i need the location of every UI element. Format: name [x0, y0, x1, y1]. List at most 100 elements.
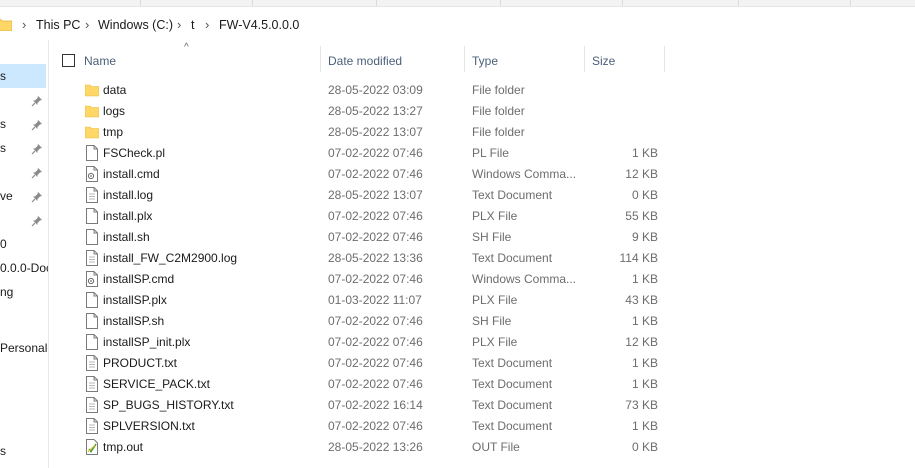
sidebar-item-label[interactable]: 0 [0, 237, 7, 251]
file-row[interactable]: installSP.cmd 07-02-2022 07:46 Windows Com… [52, 268, 692, 289]
file-list: data 28-05-2022 03:09 File folder logs 28-05… [52, 79, 692, 457]
breadcrumb-windows-c[interactable]: Windows (C:) [98, 18, 173, 32]
address-bar[interactable]: › This PC › Windows (C:) › t › FW-V4.5.0… [0, 8, 915, 40]
breadcrumb-separator[interactable]: › [177, 17, 181, 32]
file-date-modified: 07-02-2022 07:46 [328, 377, 423, 391]
column-header-row: ^ Name Date modified Type Size [52, 42, 665, 76]
file-name[interactable]: install.sh [103, 230, 150, 244]
file-row[interactable]: installSP.sh 07-02-2022 07:46 SH File 1 KB [52, 310, 692, 331]
file-row[interactable]: install_FW_C2M2900.log 28-05-2022 13:36 Te… [52, 247, 692, 268]
breadcrumb-current-folder[interactable]: FW-V4.5.0.0.0 [219, 18, 299, 32]
file-row[interactable]: install.sh 07-02-2022 07:46 SH File 9 KB [52, 226, 692, 247]
file-row[interactable]: logs 28-05-2022 13:27 File folder [52, 100, 692, 121]
file-date-modified: 28-05-2022 13:07 [328, 125, 423, 139]
breadcrumb-separator[interactable]: › [22, 17, 26, 32]
file-name[interactable]: installSP.sh [103, 314, 164, 328]
file-name[interactable]: install.log [103, 188, 153, 202]
file-name[interactable]: install.cmd [103, 167, 160, 181]
file-name[interactable]: installSP.cmd [103, 272, 174, 286]
file-type: PLX File [472, 335, 518, 349]
column-header-name[interactable]: Name [84, 54, 116, 68]
file-name[interactable]: installSP_init.plx [103, 335, 190, 349]
file-name[interactable]: SPLVERSION.txt [103, 419, 195, 433]
file-name[interactable]: tmp [103, 125, 123, 139]
sort-ascending-icon: ^ [184, 42, 189, 53]
file-type: PLX File [472, 209, 518, 223]
text-file-icon [85, 376, 99, 392]
file-name[interactable]: data [103, 83, 126, 97]
file-date-modified: 07-02-2022 07:46 [328, 419, 423, 433]
sidebar-item-label[interactable]: s [0, 444, 6, 458]
file-date-modified: 28-05-2022 13:07 [328, 188, 423, 202]
text-file-icon [85, 250, 99, 266]
column-divider[interactable] [464, 46, 465, 72]
column-header-type[interactable]: Type [472, 54, 498, 68]
sidebar-item-label[interactable]: Personal [0, 341, 47, 355]
file-name[interactable]: logs [103, 104, 125, 118]
top-strip [0, 0, 915, 7]
file-row[interactable]: FSCheck.pl 07-02-2022 07:46 PL File 1 KB [52, 142, 692, 163]
column-divider[interactable] [584, 46, 585, 72]
file-icon [85, 145, 99, 161]
column-divider[interactable] [664, 46, 665, 72]
file-size: 9 KB [631, 230, 658, 244]
file-date-modified: 07-02-2022 07:46 [328, 167, 423, 181]
navigation-pane: s s s ve 0 0.0.0-Doc ng Personal s [0, 40, 49, 468]
file-row[interactable]: tmp 28-05-2022 13:07 File folder [52, 121, 692, 142]
breadcrumb-t[interactable]: t [191, 18, 194, 32]
file-type: Text Document [472, 251, 553, 265]
file-row[interactable]: SP_BUGS_HISTORY.txt 07-02-2022 16:14 Text … [52, 394, 692, 415]
file-row[interactable]: install.plx 07-02-2022 07:46 PLX File 55 KB [52, 205, 692, 226]
breadcrumb-separator[interactable]: › [85, 17, 89, 32]
file-row[interactable]: install.log 28-05-2022 13:07 Text Document… [52, 184, 692, 205]
file-row[interactable]: SERVICE_PACK.txt 07-02-2022 07:46 Text Doc… [52, 373, 692, 394]
sidebar-item-label[interactable]: s [0, 141, 6, 155]
file-name[interactable]: FSCheck.pl [103, 146, 165, 160]
file-row[interactable]: install.cmd 07-02-2022 07:46 Windows Comma… [52, 163, 692, 184]
file-row[interactable]: installSP.plx 01-03-2022 11:07 PLX File 43 … [52, 289, 692, 310]
folder-icon [84, 103, 100, 119]
file-size: 1 KB [631, 314, 658, 328]
file-name[interactable]: PRODUCT.txt [103, 356, 177, 370]
file-name[interactable]: install_FW_C2M2900.log [103, 251, 237, 265]
column-divider[interactable] [320, 46, 321, 72]
file-date-modified: 28-05-2022 13:27 [328, 104, 423, 118]
file-type: PL File [472, 146, 509, 160]
file-size: 12 KB [625, 335, 658, 349]
column-header-size[interactable]: Size [592, 54, 615, 68]
file-name[interactable]: SERVICE_PACK.txt [103, 377, 210, 391]
column-header-date-modified[interactable]: Date modified [328, 54, 402, 68]
file-name[interactable]: installSP.plx [103, 293, 167, 307]
sidebar-item-label[interactable]: ve [0, 189, 13, 203]
file-type: SH File [472, 230, 512, 244]
file-date-modified: 07-02-2022 07:46 [328, 146, 423, 160]
file-name[interactable]: SP_BUGS_HISTORY.txt [103, 398, 234, 412]
file-row[interactable]: SPLVERSION.txt 07-02-2022 07:46 Text Docum… [52, 415, 692, 436]
file-size: 1 KB [631, 146, 658, 160]
file-row[interactable]: PRODUCT.txt 07-02-2022 07:46 Text Document… [52, 352, 692, 373]
sidebar-item-label[interactable]: 0.0.0-Doc [0, 261, 48, 275]
text-file-icon [85, 355, 99, 371]
file-date-modified: 07-02-2022 07:46 [328, 356, 423, 370]
breadcrumb-separator[interactable]: › [205, 17, 209, 32]
sidebar-item-label[interactable]: s [0, 69, 6, 83]
file-name[interactable]: tmp.out [103, 440, 143, 454]
file-date-modified: 01-03-2022 11:07 [328, 293, 422, 307]
file-row[interactable]: installSP_init.plx 07-02-2022 07:46 PLX Fi… [52, 331, 692, 352]
file-type: PLX File [472, 293, 518, 307]
file-name[interactable]: install.plx [103, 209, 152, 223]
file-date-modified: 28-05-2022 13:26 [328, 440, 423, 454]
sidebar-selection-highlight [0, 64, 46, 88]
sidebar-item-label[interactable]: ng [0, 285, 13, 299]
file-size: 12 KB [625, 167, 658, 181]
pin-icon [31, 216, 42, 227]
file-row[interactable]: tmp.out 28-05-2022 13:26 OUT File 0 KB [52, 436, 692, 457]
file-type: Text Document [472, 398, 553, 412]
file-icon [85, 313, 99, 329]
file-size: 73 KB [625, 398, 658, 412]
file-type: File folder [472, 83, 525, 97]
file-row[interactable]: data 28-05-2022 03:09 File folder [52, 79, 692, 100]
breadcrumb-this-pc[interactable]: This PC [36, 18, 80, 32]
select-all-checkbox[interactable] [62, 54, 75, 67]
sidebar-item-label[interactable]: s [0, 117, 6, 131]
